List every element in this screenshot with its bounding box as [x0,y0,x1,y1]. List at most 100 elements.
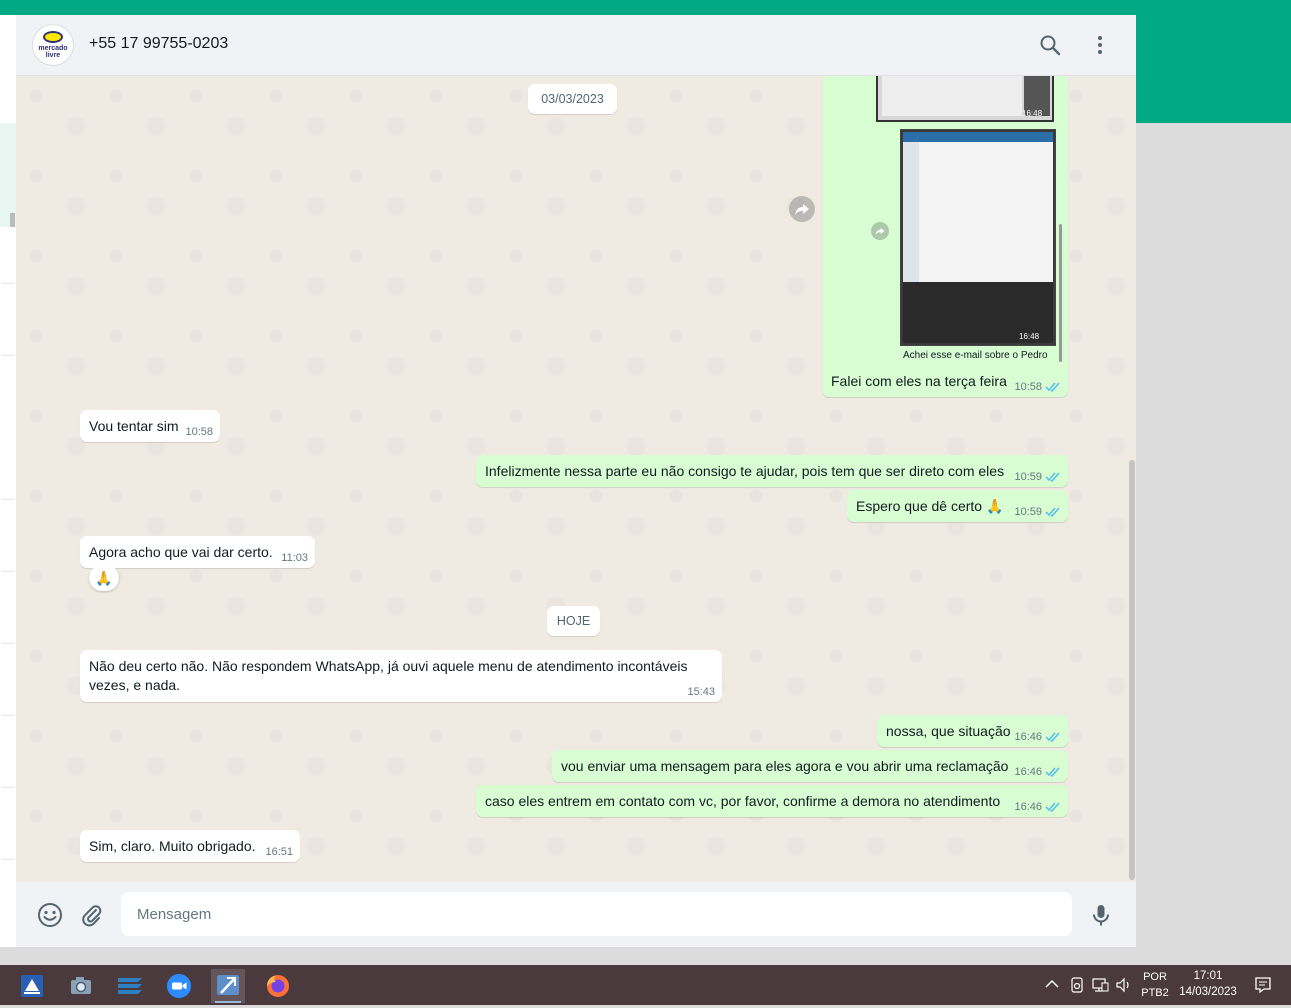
message-time: 10:59 [1014,471,1042,483]
avatar[interactable]: mercado livre [32,24,74,66]
taskbar-app[interactable] [162,969,196,1003]
message-text: Vou tentar sim [89,418,179,434]
message-time: 11:03 [281,552,308,564]
message-bubble-outgoing[interactable]: nossa, que situação 16:46 [877,715,1068,747]
message-bubble-outgoing[interactable]: Falei com eles na terça feira 10:58 [822,365,1068,397]
message-text: Falei com eles na terça feira [831,373,1007,389]
keyboard-layout: PTB2 [1141,987,1169,999]
taskbar-app[interactable] [261,969,295,1003]
forward-button[interactable] [871,222,889,240]
language-code: POR [1143,971,1167,983]
read-receipt-icon [1045,767,1060,777]
message-time: 10:58 [185,426,213,438]
message-bubble-outgoing[interactable]: vou enviar uma mensagem para eles agora … [552,750,1068,782]
taskbar-app[interactable] [15,969,49,1003]
clock-time: 17:01 [1193,970,1223,982]
avatar-logo-text: mercado livre [38,45,68,59]
message-text: caso eles entrem em contato com vc, por … [485,793,1001,809]
read-receipt-icon [1045,732,1060,742]
message-text: Sim, claro. Muito obrigado. [89,838,256,854]
message-time: 16:46 [1014,766,1042,778]
read-receipt-icon [1045,472,1060,482]
image-thumbnail[interactable]: 16:48 [900,129,1056,346]
firefox-icon [267,975,289,997]
taskbar-app-active[interactable] [211,969,245,1003]
system-clock[interactable]: 17:01 14/03/2023 [1172,968,1244,1000]
message-bubble-outgoing[interactable]: Espero que dê certo 🙏 10:59 [847,490,1068,522]
message-text: Espero que dê certo 🙏 [856,498,1004,514]
message-bubble-incoming[interactable]: Vou tentar sim 10:58 [80,410,220,442]
zoom-icon [167,974,191,998]
divider [2,283,14,284]
thumbnail-screen [903,132,1053,282]
input-language-indicator[interactable]: POR PTB2 [1138,969,1172,1001]
taskbar-app[interactable] [64,969,98,1003]
app-launcher-icon [21,975,43,997]
forward-button[interactable] [789,196,815,222]
forward-icon [795,204,809,215]
device-icon[interactable] [1070,977,1084,993]
message-bubble-incoming[interactable]: Não deu certo não. Não respondem WhatsAp… [80,650,722,702]
mercado-livre-logo-icon [43,31,63,43]
read-receipt-icon [1045,382,1060,392]
active-indicator [215,1001,241,1003]
search-icon[interactable] [1038,33,1062,57]
message-time: 10:59 [1014,506,1042,518]
media-scroll-indicator [1059,224,1062,362]
message-time: 16:46 [1014,731,1042,743]
document-stack-icon [118,978,142,994]
desktop-background [1136,123,1291,965]
divider [2,643,14,644]
paperclip-icon[interactable] [79,902,105,928]
divider [2,571,14,572]
chat-list-scroll-thumb[interactable] [10,213,15,227]
taskbar-app[interactable] [113,969,147,1003]
divider [2,715,14,716]
notification-center-icon[interactable] [1254,976,1272,994]
composer-bar [16,882,1136,947]
microphone-icon[interactable] [1088,902,1114,928]
message-bubble-incoming[interactable]: Sim, claro. Muito obrigado. 16:51 [80,830,300,862]
read-receipt-icon [1045,802,1060,812]
divider [2,787,14,788]
forward-icon [875,227,885,235]
media-message[interactable]: 16:48 16:48 Achei esse e-mail sobre o Pe… [822,76,1068,393]
message-text: Não deu certo não. Não respondem WhatsAp… [89,658,688,693]
contact-name[interactable]: +55 17 99755-0203 [89,35,228,53]
date-divider: HOJE [547,606,600,636]
message-bubble-outgoing[interactable]: Infelizmente nessa parte eu não consigo … [476,455,1068,487]
emoji-icon[interactable] [37,902,63,928]
chevron-up-icon[interactable] [1045,979,1059,989]
volume-icon[interactable] [1115,977,1133,993]
thumbnail-screen [882,76,1022,116]
date-divider: 03/03/2023 [528,84,617,114]
kebab-menu-icon[interactable] [1088,33,1112,57]
message-text: Agora acho que vai dar certo. [89,544,273,560]
chat-list-edge [0,15,17,947]
message-list[interactable]: 16:48 16:48 Achei esse e-mail sobre o Pe… [16,76,1136,882]
message-text: Infelizmente nessa parte eu não consigo … [485,463,1005,479]
thumbnail-titlebar [903,132,1053,142]
message-bubble-outgoing[interactable]: caso eles entrem em contato com vc, por … [476,785,1068,817]
network-icon[interactable] [1092,977,1110,993]
read-receipt-icon [1045,507,1060,517]
thumbnail-sidebar [903,142,919,282]
remote-desktop-icon [217,975,239,995]
chat-list-selected-item[interactable] [0,123,16,227]
image-thumbnail[interactable]: 16:48 [876,76,1054,122]
message-time: 16:46 [1014,801,1042,813]
divider [2,355,14,356]
image-time: 16:48 [1019,332,1040,341]
message-reaction[interactable]: 🙏 [89,565,119,591]
clock-date: 14/03/2023 [1179,986,1237,998]
message-text: nossa, que situação [886,723,1011,739]
message-bubble-incoming[interactable]: Agora acho que vai dar certo. 11:03 [80,536,315,568]
chat-header[interactable]: mercado livre +55 17 99755-0203 [16,15,1136,76]
message-input[interactable] [121,892,1072,936]
chat-scrollbar[interactable] [1129,460,1135,880]
chat-window: mercado livre +55 17 99755-0203 16:48 16… [16,15,1136,947]
media-caption: Achei esse e-mail sobre o Pedro [903,350,1048,361]
divider [2,859,14,860]
message-time: 16:51 [265,846,293,858]
os-taskbar: POR PTB2 17:01 14/03/2023 [0,965,1291,1005]
